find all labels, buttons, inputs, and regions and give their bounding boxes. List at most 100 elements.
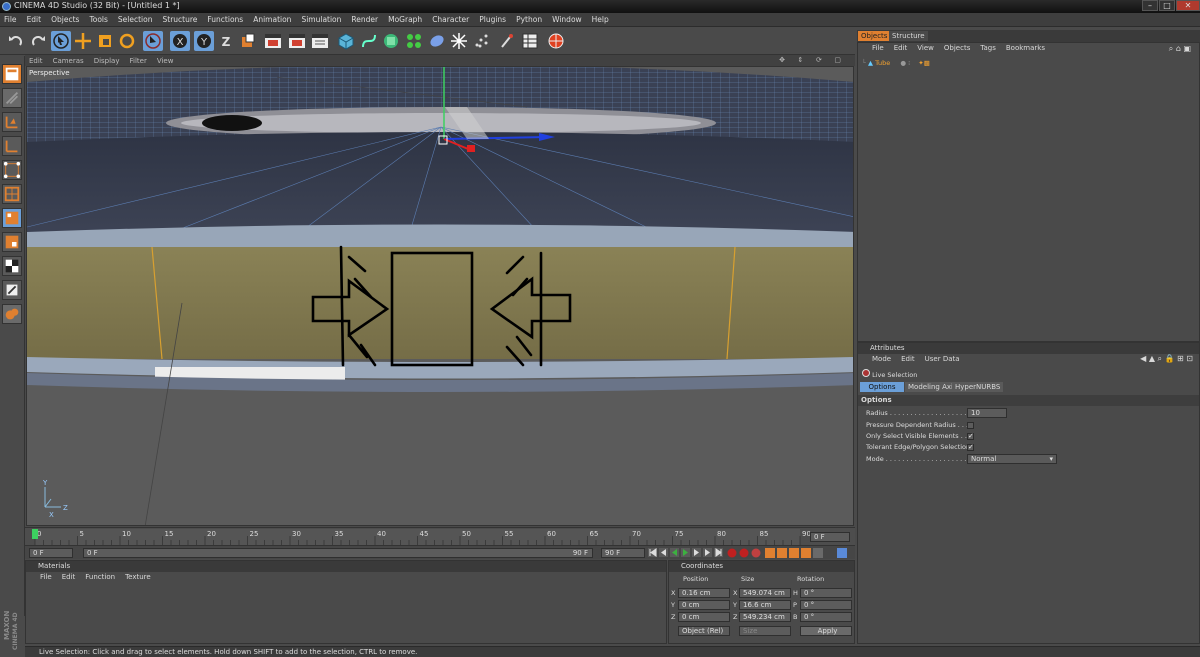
objects-menu-tags[interactable]: Tags <box>980 44 996 55</box>
tab-structure[interactable]: Structure <box>889 31 928 41</box>
render-settings-button[interactable] <box>310 31 330 51</box>
object-row-tube[interactable]: └ ▲ Tube ● ⁝ ✦▩ <box>862 59 962 69</box>
scene-button[interactable] <box>449 31 469 51</box>
tweak-mode-button[interactable] <box>2 280 22 300</box>
dolly-icon[interactable]: ⇕ <box>798 56 804 64</box>
live-selection-button[interactable] <box>51 31 71 51</box>
phong-tag-icon[interactable]: ✦▩ <box>918 59 930 67</box>
position-y-field[interactable]: 0 cm <box>678 600 730 610</box>
size-mode-select[interactable]: Size <box>739 626 791 636</box>
cube-primitive-button[interactable] <box>336 31 356 51</box>
points-mode-button[interactable] <box>2 160 22 180</box>
rotate-button[interactable] <box>117 31 137 51</box>
render-view-button[interactable] <box>263 31 283 51</box>
visibility-dots-icon[interactable]: ● ⁝ <box>900 59 910 67</box>
axis-mode-button[interactable] <box>2 136 22 156</box>
goto-start-button[interactable] <box>648 548 657 557</box>
model-mode-button[interactable] <box>2 88 22 108</box>
coordinate-mode-select[interactable]: Object (Rel) <box>678 626 730 636</box>
orbit-icon[interactable]: ⟳ <box>816 56 822 64</box>
visible-elements-checkbox[interactable]: ✓ <box>967 433 974 440</box>
timeline-ruler[interactable]: 0 5 10 15 20 25 30 35 40 45 50 55 60 65 70 75 80 85 90 0 F <box>25 527 855 545</box>
key-rotation-button[interactable] <box>789 548 799 558</box>
object-manager-search-icon[interactable]: ⌕ ⌂ ▣ <box>1169 44 1191 54</box>
render-picture-viewer-button[interactable] <box>287 31 307 51</box>
menu-window[interactable]: Window <box>552 15 582 24</box>
keyframe-selection-button[interactable] <box>751 548 761 558</box>
viewport-menu-display[interactable]: Display <box>94 57 120 65</box>
radius-field[interactable]: 10 <box>967 408 1007 418</box>
tab-hypernurbs[interactable]: HyperNURBS <box>952 382 1004 392</box>
materials-menu-texture[interactable]: Texture <box>125 573 151 584</box>
menu-edit[interactable]: Edit <box>27 15 42 24</box>
x-axis-lock-button[interactable]: X <box>170 31 190 51</box>
y-axis-lock-button[interactable]: Y <box>194 31 214 51</box>
maximize-view-icon[interactable]: ▢ <box>834 56 841 64</box>
mode-select[interactable]: Normal ▾ <box>967 454 1057 464</box>
prev-frame-button[interactable] <box>670 548 679 557</box>
pressure-radius-checkbox[interactable] <box>967 422 974 429</box>
polygons-mode-button[interactable] <box>2 208 22 228</box>
position-x-field[interactable]: 0.16 cm <box>678 588 730 598</box>
tolerant-selection-checkbox[interactable]: ✓ <box>967 444 974 451</box>
rotation-p-field[interactable]: 0 ° <box>800 600 852 610</box>
autokey-button[interactable] <box>739 548 749 558</box>
nurbs-button[interactable] <box>381 31 401 51</box>
objects-menu-file[interactable]: File <box>872 44 884 55</box>
maximize-button[interactable]: □ <box>1159 0 1175 11</box>
key-point-level-button[interactable] <box>813 548 823 558</box>
attributes-nav-icons[interactable]: ◀ ▲ ⌕ 🔒 ⊞ ⊡ <box>1140 354 1193 364</box>
edges-mode-button[interactable] <box>2 184 22 204</box>
close-button[interactable]: ✕ <box>1176 0 1200 11</box>
z-axis-lock-button[interactable]: Z <box>216 31 236 51</box>
menu-simulation[interactable]: Simulation <box>301 15 341 24</box>
minimize-button[interactable]: – <box>1142 0 1158 11</box>
menu-file[interactable]: File <box>4 15 17 24</box>
menu-structure[interactable]: Structure <box>163 15 198 24</box>
preview-range-slider[interactable]: 0 F 90 F <box>83 548 593 558</box>
menu-plugins[interactable]: Plugins <box>479 15 506 24</box>
redo-button[interactable] <box>28 31 48 51</box>
texture-mode-button[interactable] <box>2 112 22 132</box>
objects-menu-view[interactable]: View <box>917 44 934 55</box>
next-frame-button[interactable] <box>692 548 701 557</box>
attributes-menu-edit[interactable]: Edit <box>901 355 915 366</box>
start-frame-field[interactable]: 0 F <box>29 548 73 558</box>
deformer-button[interactable] <box>427 31 447 51</box>
tab-objects[interactable]: Objects <box>858 31 891 41</box>
rotation-h-field[interactable]: 0 ° <box>800 588 852 598</box>
end-frame-field[interactable]: 90 F <box>601 548 645 558</box>
key-parameter-button[interactable] <box>801 548 811 558</box>
uv-polygons-button[interactable] <box>2 232 22 252</box>
menu-functions[interactable]: Functions <box>207 15 243 24</box>
render-region-button[interactable] <box>520 31 540 51</box>
viewport-menu-cameras[interactable]: Cameras <box>53 57 84 65</box>
attributes-menu-user-data[interactable]: User Data <box>925 355 960 366</box>
attributes-menu-mode[interactable]: Mode <box>872 355 891 366</box>
array-button[interactable] <box>404 31 424 51</box>
prev-key-button[interactable] <box>659 548 668 557</box>
key-position-button[interactable] <box>765 548 775 558</box>
move-button[interactable] <box>73 31 93 51</box>
record-button[interactable] <box>727 548 737 558</box>
menu-character[interactable]: Character <box>432 15 469 24</box>
apply-button[interactable]: Apply <box>800 626 852 636</box>
objects-menu-objects[interactable]: Objects <box>944 44 970 55</box>
menu-render[interactable]: Render <box>351 15 378 24</box>
particles-button[interactable] <box>472 31 492 51</box>
objects-menu-bookmarks[interactable]: Bookmarks <box>1006 44 1045 55</box>
size-z-field[interactable]: 549.234 cm <box>739 612 791 622</box>
sky-button[interactable] <box>546 31 566 51</box>
materials-menu-function[interactable]: Function <box>85 573 115 584</box>
menu-selection[interactable]: Selection <box>118 15 153 24</box>
size-y-field[interactable]: 16.6 cm <box>739 600 791 610</box>
menu-animation[interactable]: Animation <box>253 15 291 24</box>
viewport-scene[interactable]: Y Z X <box>27 67 854 526</box>
object-name-tube[interactable]: Tube <box>875 59 890 67</box>
viewport-menu-edit[interactable]: Edit <box>29 57 43 65</box>
camera-button[interactable] <box>498 31 518 51</box>
viewport-menu-filter[interactable]: Filter <box>130 57 147 65</box>
enable-axis-button[interactable] <box>2 256 22 276</box>
goto-end-button[interactable] <box>714 548 723 557</box>
scale-button[interactable] <box>95 31 115 51</box>
